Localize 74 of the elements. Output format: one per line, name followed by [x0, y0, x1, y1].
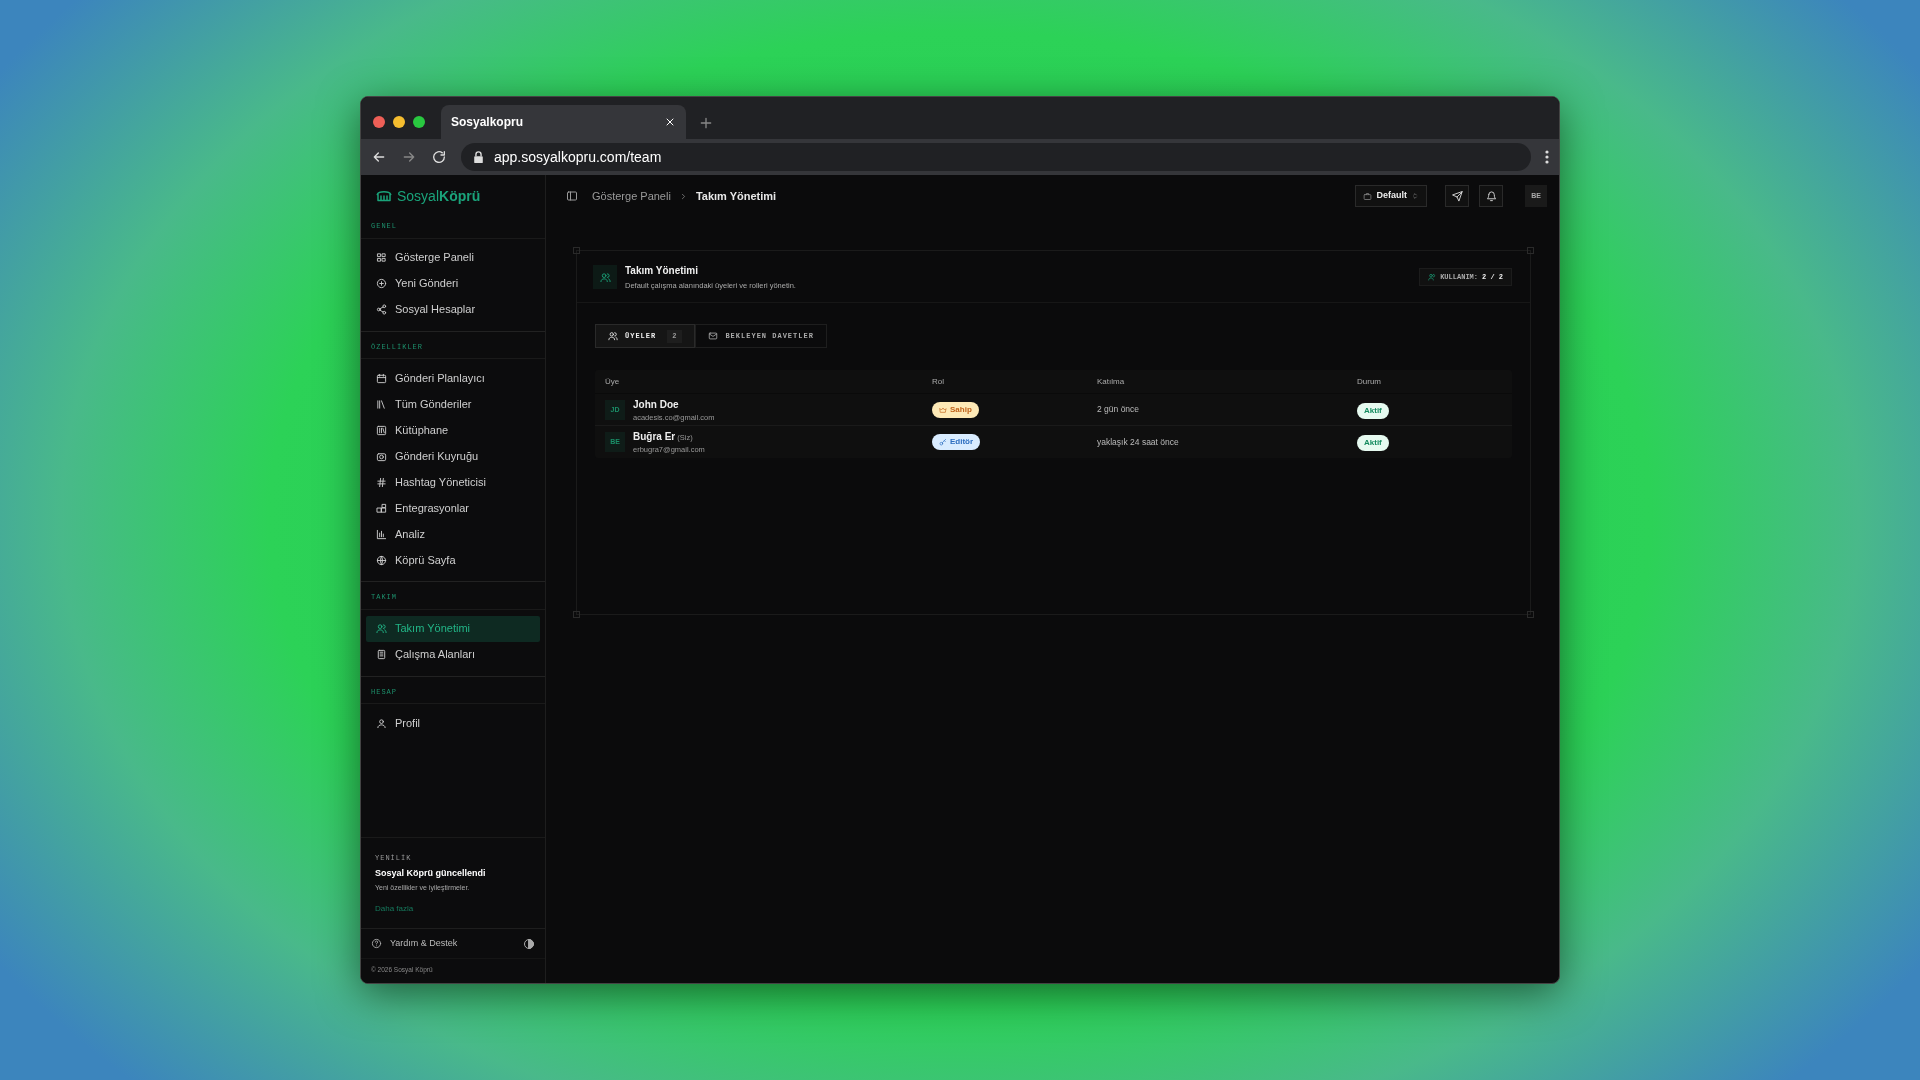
hash-icon	[376, 476, 387, 488]
logo-text: SosyalKöprü	[397, 186, 481, 206]
sidebar-item[interactable]: Profil	[366, 710, 540, 736]
sidebar-item[interactable]: Gönderi Kuyruğu	[366, 443, 540, 469]
breadcrumb-item: Takım Yönetimi	[695, 188, 777, 204]
joined-date: yaklaşık 24 saat önce	[1097, 435, 1179, 449]
sidebar-item[interactable]: Sosyal Hesaplar	[366, 296, 540, 323]
column-header: Katılma	[1097, 375, 1125, 388]
breadcrumb-item[interactable]: Gösterge Paneli	[592, 187, 671, 205]
building-icon	[376, 649, 387, 660]
lock-icon	[473, 151, 484, 163]
plus-circle-icon	[376, 278, 387, 289]
grid-icon	[376, 252, 387, 263]
more-link[interactable]: Daha fazla	[375, 903, 414, 916]
member-name: John Doe	[633, 397, 679, 412]
minimize-dot[interactable]	[393, 116, 405, 128]
send-icon	[1451, 190, 1463, 202]
sort-icon	[1411, 192, 1419, 200]
plus-icon[interactable]	[698, 115, 714, 131]
send-button[interactable]	[1445, 185, 1469, 207]
sidebar-item[interactable]: Gönderi Planlayıcı	[366, 365, 540, 391]
sidebar-item[interactable]: Yeni Gönderi	[366, 270, 540, 297]
menu-icon[interactable]	[1545, 150, 1549, 164]
globe-icon	[376, 554, 387, 566]
calendar-icon	[376, 372, 387, 384]
address-bar[interactable]: app.sosyalkopru.com/team	[461, 143, 1531, 171]
browser-tab[interactable]: Sosyalkopru	[441, 105, 686, 139]
briefcase-icon	[1363, 191, 1373, 201]
close-dot[interactable]	[373, 116, 385, 128]
sidebar-item[interactable]: Çalışma Alanları	[366, 641, 540, 668]
crown-icon	[939, 405, 947, 414]
library-icon	[376, 424, 387, 436]
sidebar-toggle-icon[interactable]	[566, 190, 578, 202]
sidebar-item[interactable]: Hashtag Yöneticisi	[366, 469, 540, 495]
sidebar-item[interactable]: Köprü Sayfa	[366, 547, 540, 573]
mail-icon	[708, 331, 719, 342]
page-title: Takım Yönetimi	[625, 264, 698, 278]
news-title: Sosyal Köprü güncellendi	[375, 867, 486, 881]
key-icon	[939, 438, 947, 446]
workspace-selector[interactable]: Default	[1355, 185, 1427, 207]
column-header: Üye	[605, 375, 620, 388]
status-badge: Aktif	[1357, 402, 1389, 419]
status-badge: Aktif	[1357, 435, 1389, 452]
close-icon[interactable]	[664, 116, 676, 128]
sidebar-item[interactable]: Kütüphane	[366, 417, 540, 443]
users-icon	[376, 623, 387, 634]
bar-chart-icon	[376, 528, 387, 540]
role-badge: Editör	[932, 434, 981, 450]
reload-icon[interactable]	[431, 149, 447, 165]
help-icon	[371, 938, 382, 949]
sidebar-item[interactable]: Gösterge Paneli	[366, 244, 540, 271]
bell-icon	[1485, 190, 1497, 202]
users-icon	[599, 271, 611, 283]
contrast-icon[interactable]	[523, 937, 535, 950]
column-header: Durum	[1357, 375, 1381, 388]
notification-button[interactable]	[1479, 185, 1503, 207]
sidebar-item[interactable]: Tüm Gönderiler	[366, 391, 540, 417]
role-badge: Sahip	[932, 401, 979, 418]
share-icon	[376, 304, 387, 315]
user-icon	[376, 717, 387, 729]
forward-icon[interactable]	[401, 149, 417, 165]
sidebar-item[interactable]: Analiz	[366, 521, 540, 547]
users-icon	[1428, 273, 1437, 282]
help-link[interactable]: Yardım & Destek	[371, 936, 458, 951]
maximize-dot[interactable]	[413, 116, 425, 128]
users-icon	[608, 331, 618, 342]
back-icon[interactable]	[371, 149, 387, 165]
camera-icon	[376, 450, 387, 462]
sidebar-item[interactable]: Takım Yönetimi	[366, 615, 540, 642]
column-header: Rol	[932, 375, 944, 388]
sidebar-item[interactable]: Entegrasyonlar	[366, 495, 540, 521]
joined-date: 2 gün önce	[1097, 403, 1140, 417]
books-icon	[376, 398, 387, 410]
blocks-icon	[376, 502, 387, 514]
